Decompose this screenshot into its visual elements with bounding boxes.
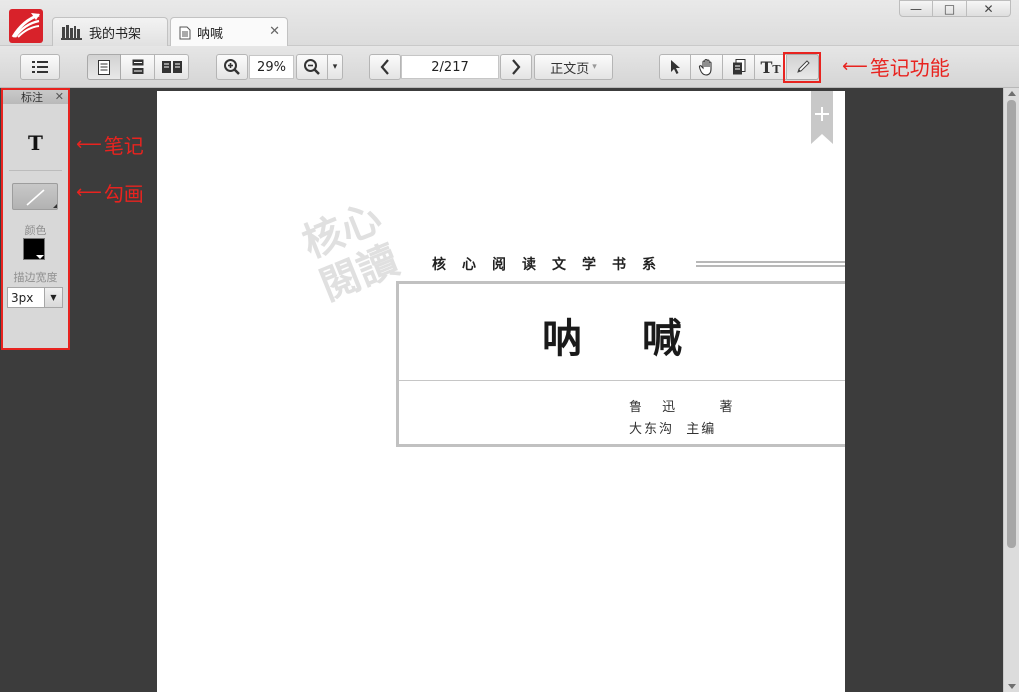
chevron-down-icon: ▾ <box>592 62 597 72</box>
note-feature-callout-text: 笔记功能 <box>869 56 950 80</box>
open-book-icon <box>161 61 182 73</box>
tab-book-label: 呐喊 <box>197 27 224 42</box>
minimize-icon: — <box>910 1 922 16</box>
swatch-dropdown-icon <box>36 255 44 259</box>
zoom-dropdown-button[interactable]: ▾ <box>328 54 343 80</box>
title-bar: 我的书架 呐喊 ✕ — □ ✕ <box>0 0 1019 47</box>
bookmark-icon[interactable] <box>811 91 833 144</box>
single-page-button[interactable] <box>87 54 121 80</box>
color-label: 颜色 <box>24 224 47 237</box>
continuous-page-icon <box>132 59 143 74</box>
book-title: 呐喊 <box>542 315 742 362</box>
hand-icon <box>698 58 712 76</box>
chevron-down-icon[interactable]: ▼ <box>44 288 62 307</box>
next-page-button[interactable] <box>500 54 532 80</box>
book-series: 核心阅读文学书系 <box>432 257 672 273</box>
zoom-input[interactable]: 29% <box>249 55 294 79</box>
bookshelf-icon <box>61 24 83 40</box>
annotation-panel: 标注 ✕ T 颜色 描边宽度 3px ▼ <box>1 88 70 350</box>
font-size-icon: TT <box>760 57 781 77</box>
zoom-in-button[interactable] <box>216 54 248 80</box>
chevron-left-icon <box>380 59 389 75</box>
tab-bookshelf-label: 我的书架 <box>89 26 142 42</box>
arrow-left-icon: ⟵ <box>76 182 102 203</box>
text-note-tool[interactable]: T <box>16 126 56 160</box>
annotation-panel-header: 标注 ✕ <box>3 90 68 104</box>
arrow-left-icon: ⟵ <box>842 56 868 77</box>
scrollbar-thumb[interactable] <box>1007 100 1016 548</box>
note-callout-text: 笔记 <box>103 134 144 158</box>
maximize-icon: □ <box>943 1 956 16</box>
chevron-down-icon: ▾ <box>332 62 338 72</box>
scroll-down-icon[interactable] <box>1008 684 1016 689</box>
continuous-page-button[interactable] <box>121 54 155 80</box>
close-button[interactable]: ✕ <box>967 0 1011 17</box>
prev-page-button[interactable] <box>369 54 401 80</box>
annotation-panel-title: 标注 <box>21 91 43 104</box>
stroke-width-select[interactable]: 3px ▼ <box>7 287 63 308</box>
toc-button[interactable] <box>20 54 60 80</box>
minimize-button[interactable]: — <box>899 0 933 17</box>
series-decoration <box>696 261 845 271</box>
zoom-out-icon <box>304 59 320 75</box>
book-editor: 大东沟 主编 <box>629 422 717 437</box>
page-tool-button[interactable] <box>723 54 755 80</box>
scroll-up-icon[interactable] <box>1008 91 1016 96</box>
single-page-icon <box>98 59 110 75</box>
book-author: 鲁 迅 著 <box>629 400 741 415</box>
page-number-input[interactable]: 2/217 <box>401 55 499 79</box>
zoom-out-button[interactable] <box>296 54 328 80</box>
line-icon <box>26 189 57 208</box>
chevron-right-icon <box>512 59 521 75</box>
document-icon <box>179 26 191 40</box>
draw-callout-text: 勾画 <box>103 182 144 206</box>
stroke-width-label: 描边宽度 <box>13 271 58 284</box>
window-controls: — □ ✕ <box>899 0 1011 17</box>
tab-close-icon[interactable]: ✕ <box>269 24 280 39</box>
panel-divider <box>9 170 62 171</box>
note-callout: ⟵ 笔记 <box>76 130 144 159</box>
draw-callout: ⟵ 勾画 <box>76 178 144 207</box>
app-logo <box>9 9 43 43</box>
view-mode-group <box>87 54 189 80</box>
cursor-icon <box>671 60 680 74</box>
note-feature-callout: ⟵ 笔记功能 <box>842 52 950 81</box>
stroke-width-value: 3px <box>11 290 34 305</box>
color-swatch[interactable] <box>23 238 45 260</box>
page-type-label: 正文页 <box>550 61 590 77</box>
tab-bookshelf[interactable]: 我的书架 <box>52 17 168 46</box>
list-icon <box>32 61 48 73</box>
note-feature-highlight <box>783 52 821 83</box>
zoom-out-group: ▾ <box>296 54 343 80</box>
page-type-dropdown[interactable]: 正文页 ▾ <box>534 54 613 80</box>
line-draw-tool[interactable] <box>12 183 58 210</box>
panel-close-icon[interactable]: ✕ <box>55 90 64 103</box>
title-box: 呐喊 鲁 迅 著 大东沟 主编 <box>396 281 845 447</box>
hand-tool-button[interactable] <box>691 54 723 80</box>
title-divider <box>399 380 845 381</box>
select-tool-button[interactable] <box>659 54 691 80</box>
arrow-left-icon: ⟵ <box>76 134 102 155</box>
tab-book-nahan[interactable]: 呐喊 ✕ <box>170 17 288 47</box>
two-page-button[interactable] <box>155 54 189 80</box>
pages-icon <box>732 59 745 75</box>
vertical-scrollbar[interactable] <box>1003 88 1019 692</box>
text-tool-icon: T <box>28 131 43 155</box>
zoom-in-icon <box>224 59 240 75</box>
maximize-button[interactable]: □ <box>933 0 967 17</box>
close-icon: ✕ <box>983 1 994 16</box>
